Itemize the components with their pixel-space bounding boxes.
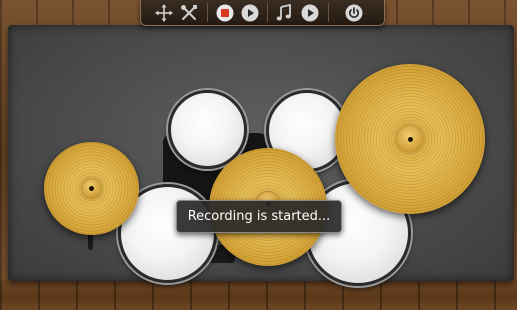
ride-cymbal[interactable] [335,64,485,214]
music-button[interactable] [274,3,294,23]
toast-message: Recording is started... [187,209,331,224]
play-recording-button[interactable] [240,3,260,23]
power-icon [345,4,363,22]
wooden-floor-bottom [0,280,517,310]
tools-button[interactable] [179,3,199,23]
power-button[interactable] [344,3,364,23]
play-icon [301,4,319,22]
record-button[interactable] [215,3,235,23]
cymbal-bell [397,126,423,152]
record-icon [216,4,234,22]
music-note-icon [276,4,291,21]
toolbar-separator [267,3,268,22]
cymbal-bell [82,179,101,198]
move-icon [155,4,173,22]
toolbar-separator [328,3,329,22]
tools-icon [181,5,197,20]
toolbar-separator [207,3,208,22]
top-toolbar [140,0,385,26]
move-button[interactable] [154,3,174,23]
play-icon [241,4,259,22]
play-song-button[interactable] [300,3,320,23]
hi-hat-cymbal[interactable] [44,142,139,235]
recording-toast: Recording is started... [176,200,342,233]
